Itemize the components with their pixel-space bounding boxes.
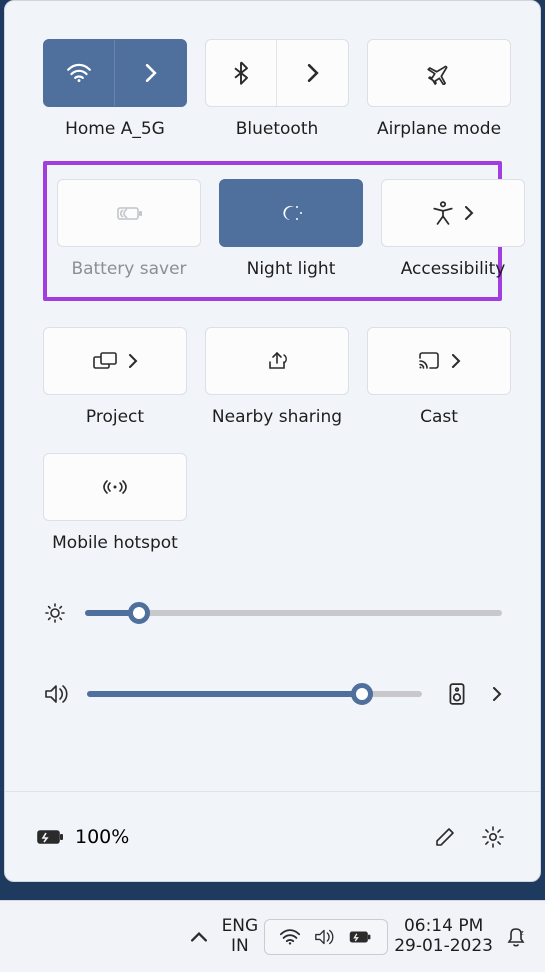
bluetooth-cell: Bluetooth [205, 39, 349, 139]
project-label: Project [86, 407, 144, 427]
bluetooth-label: Bluetooth [236, 119, 319, 139]
night-light-tile[interactable] [219, 179, 363, 247]
quick-settings-panel: Home A_5G Bluetooth Airplane mode [4, 0, 541, 882]
night-light-icon [277, 201, 305, 225]
nearby-cell: Nearby sharing [205, 327, 349, 427]
tray-overflow-button[interactable] [182, 920, 216, 954]
notification-dnd-icon: z [505, 926, 527, 948]
gear-icon [481, 825, 505, 849]
language-line-1: ENG [222, 917, 259, 937]
panel-footer: 100% [5, 791, 540, 861]
wifi-label: Home A_5G [65, 119, 165, 139]
edit-button[interactable] [428, 820, 462, 854]
bluetooth-icon [233, 61, 249, 85]
accessibility-cell: Accessibility [381, 179, 525, 279]
wifi-icon [66, 63, 92, 83]
cast-label: Cast [420, 407, 458, 427]
pencil-icon [434, 826, 456, 848]
battery-saver-icon [114, 203, 144, 223]
tiles-row-4: Mobile hotspot [43, 453, 502, 553]
hotspot-label: Mobile hotspot [52, 533, 178, 553]
airplane-label: Airplane mode [377, 119, 501, 139]
speaker-device-icon [449, 683, 465, 705]
clock[interactable]: 06:14 PM 29-01-2023 [394, 917, 493, 956]
battery-saver-tile[interactable] [57, 179, 201, 247]
nearby-sharing-icon [265, 350, 289, 372]
system-tray[interactable] [264, 919, 388, 955]
volume-row [43, 677, 502, 711]
highlight-annotation: Battery saver Night light Accessibility [43, 161, 502, 301]
chevron-right-icon [307, 64, 319, 82]
chevron-right-icon [464, 206, 474, 220]
date-text: 29-01-2023 [394, 937, 493, 957]
nearby-tile[interactable] [205, 327, 349, 395]
volume-slider[interactable] [87, 691, 422, 697]
accessibility-icon [432, 201, 454, 225]
language-line-2: IN [222, 937, 259, 957]
tiles-row-1: Home A_5G Bluetooth Airplane mode [43, 39, 502, 139]
tiles-row-2: Battery saver Night light Accessibility [57, 179, 488, 279]
project-icon [92, 351, 118, 371]
tiles-row-3: Project Nearby sharing Cast [43, 327, 502, 427]
settings-button[interactable] [476, 820, 510, 854]
bluetooth-tile[interactable] [205, 39, 349, 107]
battery-saver-label: Battery saver [71, 259, 186, 279]
hotspot-tile[interactable] [43, 453, 187, 521]
volume-icon [313, 928, 335, 946]
brightness-icon [43, 601, 67, 625]
chevron-right-icon [145, 64, 157, 82]
bluetooth-toggle[interactable] [206, 40, 277, 106]
accessibility-label: Accessibility [401, 259, 506, 279]
airplane-icon [426, 61, 452, 85]
bluetooth-expand[interactable] [277, 40, 348, 106]
wifi-icon [279, 928, 301, 946]
volume-icon [43, 683, 69, 705]
audio-output-button[interactable] [440, 677, 474, 711]
cast-icon [417, 351, 441, 371]
project-tile[interactable] [43, 327, 187, 395]
svg-text:z: z [520, 929, 524, 937]
chevron-up-icon [191, 932, 207, 942]
cast-cell: Cast [367, 327, 511, 427]
taskbar: ENG IN 06:14 PM 29-01-2023 z [0, 900, 545, 972]
accessibility-tile[interactable] [381, 179, 525, 247]
notifications-button[interactable]: z [499, 920, 533, 954]
project-cell: Project [43, 327, 187, 427]
nearby-label: Nearby sharing [212, 407, 342, 427]
brightness-row [43, 601, 502, 625]
wifi-expand[interactable] [115, 40, 186, 106]
hotspot-cell: Mobile hotspot [43, 453, 187, 553]
wifi-toggle[interactable] [44, 40, 115, 106]
battery-status[interactable]: 100% [35, 826, 129, 848]
time-text: 06:14 PM [394, 917, 493, 937]
airplane-tile[interactable] [367, 39, 511, 107]
battery-charging-icon [35, 827, 65, 847]
night-light-cell: Night light [219, 179, 363, 279]
battery-saver-cell: Battery saver [57, 179, 201, 279]
night-light-label: Night light [247, 259, 336, 279]
cast-tile[interactable] [367, 327, 511, 395]
wifi-tile[interactable] [43, 39, 187, 107]
brightness-slider[interactable] [85, 610, 502, 616]
chevron-right-icon[interactable] [492, 687, 502, 701]
language-indicator[interactable]: ENG IN [222, 917, 259, 956]
hotspot-icon [102, 477, 128, 497]
airplane-cell: Airplane mode [367, 39, 511, 139]
wifi-cell: Home A_5G [43, 39, 187, 139]
battery-text: 100% [75, 826, 129, 848]
battery-charging-icon [347, 929, 373, 945]
chevron-right-icon [451, 354, 461, 368]
chevron-right-icon [128, 354, 138, 368]
